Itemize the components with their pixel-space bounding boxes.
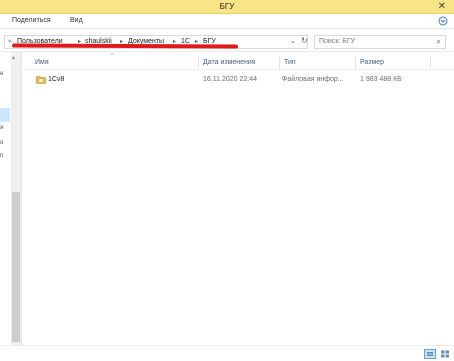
folder-icon (36, 76, 46, 84)
ribbon-tabs: Поделиться Вид (0, 14, 454, 29)
nav-scrollbar-thumb[interactable] (12, 192, 20, 342)
nav-item-fragment[interactable]: п (0, 153, 3, 159)
column-divider[interactable] (279, 56, 280, 70)
column-header-type[interactable]: Тип (284, 59, 296, 66)
column-divider[interactable] (198, 56, 199, 70)
chevron-down-icon[interactable]: ⌄ (290, 37, 296, 45)
status-bar (0, 345, 454, 361)
sort-icon: ^ (111, 53, 114, 59)
column-header-size[interactable]: Размер (360, 59, 384, 66)
tab-share[interactable]: Поделиться (12, 17, 51, 24)
nav-item-fragment[interactable]: е (0, 71, 3, 77)
column-divider[interactable] (430, 56, 431, 70)
close-button[interactable]: ✕ (428, 0, 452, 14)
window-title: БГУ (219, 2, 235, 11)
nav-item-fragment[interactable]: о (0, 140, 3, 146)
search-placeholder: Поиск: БГУ (319, 38, 356, 45)
file-date: 16.11.2020 22:44 (203, 76, 257, 83)
column-header-date[interactable]: Дата изменения (203, 59, 256, 66)
file-name[interactable]: 1Cv8 (48, 76, 64, 83)
column-headers: ^ Имя Дата изменения Тип Размер (22, 53, 454, 70)
navigation-pane: е я о п ▴ (0, 52, 22, 345)
file-size: 1 983 488 КБ (360, 76, 402, 83)
details-view-icon[interactable] (424, 349, 436, 359)
nav-selected-item[interactable] (0, 108, 10, 122)
nav-scrollbar[interactable]: ▴ (11, 52, 21, 345)
search-input[interactable]: Поиск: БГУ ⌕ (314, 35, 446, 49)
table-row[interactable]: 1Cv8 16.11.2020 22:44 Файловая инфор... … (32, 72, 452, 88)
scroll-up-icon[interactable]: ▴ (12, 54, 15, 61)
refresh-icon[interactable]: ↻ (301, 36, 308, 45)
tab-view[interactable]: Вид (70, 17, 83, 24)
address-row: « Пользователи ▸ shaulskii ▸ Документы ▸… (0, 30, 454, 52)
large-icons-view-icon[interactable] (439, 349, 451, 359)
close-icon: ✕ (437, 1, 446, 12)
search-icon[interactable]: ⌕ (437, 37, 441, 47)
file-list: ^ Имя Дата изменения Тип Размер 1Cv8 16.… (22, 52, 454, 345)
title-bar: БГУ ✕ (0, 0, 454, 14)
nav-item-fragment[interactable]: я (0, 125, 3, 131)
chevron-down-icon[interactable] (438, 16, 448, 26)
column-divider[interactable] (355, 56, 356, 70)
file-type: Файловая инфор... (282, 76, 344, 83)
column-header-name[interactable]: Имя (35, 59, 49, 66)
